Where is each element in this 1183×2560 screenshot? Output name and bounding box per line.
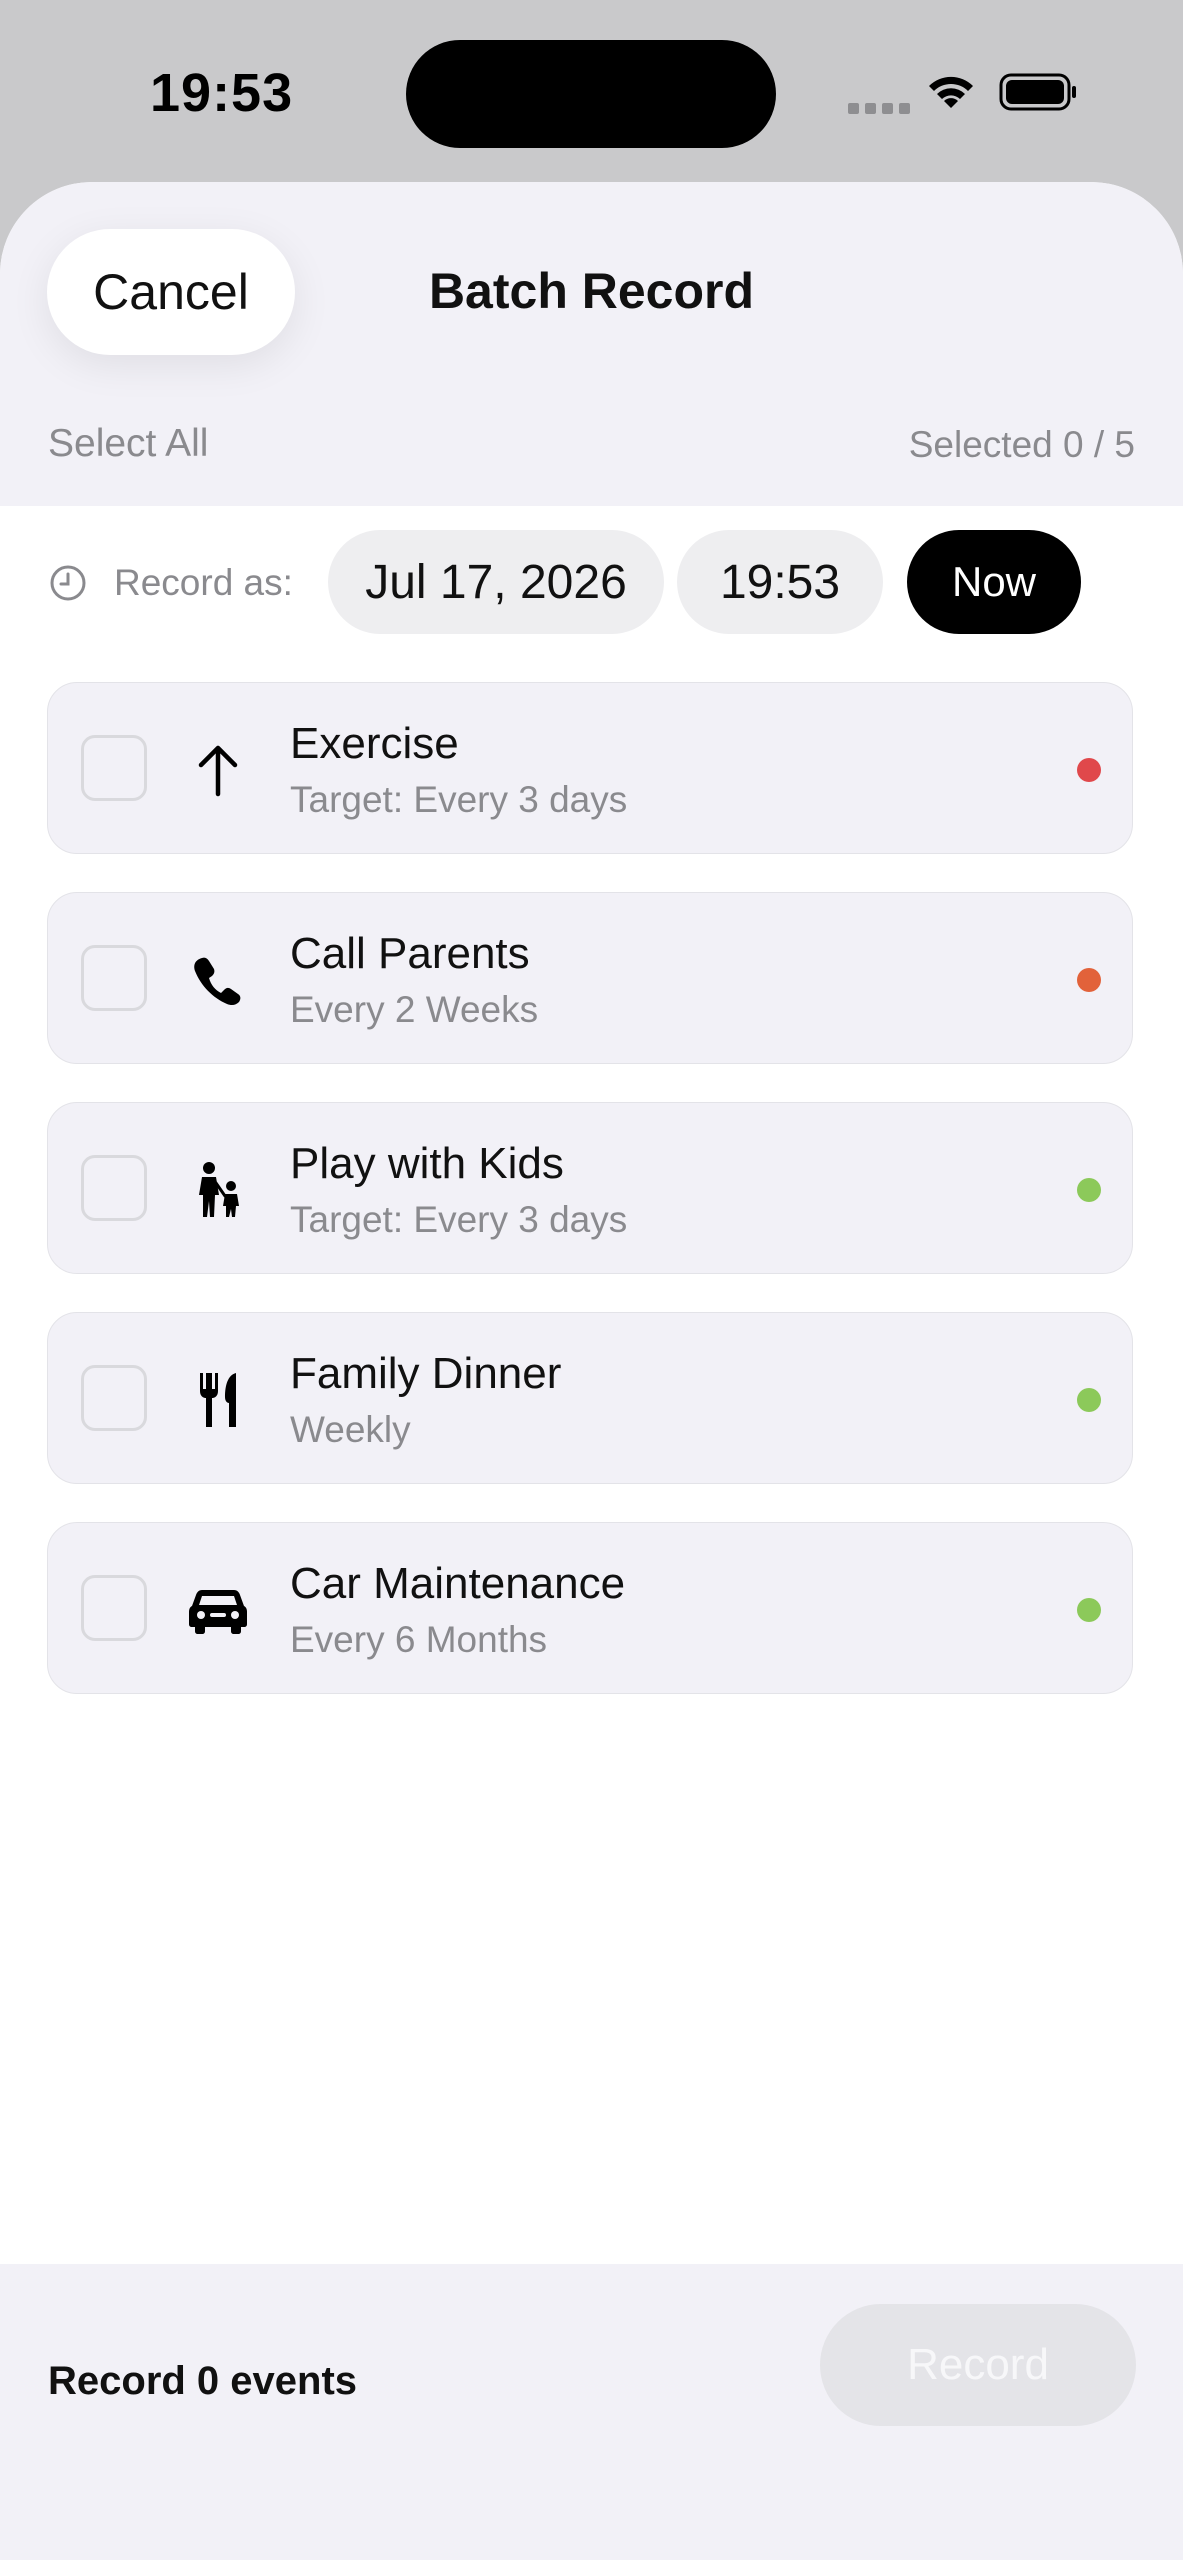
batch-record-sheet: Cancel Batch Record Select All Selected … [0,182,1183,2560]
status-dot [1077,758,1101,782]
item-title: Exercise [290,719,459,768]
list-item-call-parents[interactable]: Call Parents Every 2 Weeks [47,892,1133,1064]
item-subtitle: Target: Every 3 days [290,1199,628,1240]
item-title: Play with Kids [290,1139,564,1188]
selected-count: Selected 0 / 5 [908,424,1135,465]
list-item-family-dinner[interactable]: Family Dinner Weekly [47,1312,1133,1484]
wifi-icon [929,76,973,108]
page-title: Batch Record [428,263,755,319]
date-picker[interactable]: Jul 17, 2026 [328,530,664,634]
now-button[interactable]: Now [907,530,1081,634]
time-picker[interactable]: 19:53 [677,530,883,634]
record-button[interactable]: Record [820,2304,1136,2426]
record-as-row: Record as: Jul 17, 2026 19:53 Now [0,530,1183,634]
fork-knife-icon [183,1365,253,1435]
status-dot [1077,1178,1101,1202]
battery-icon [999,73,1076,111]
checkbox[interactable] [81,1575,147,1641]
list-item-exercise[interactable]: Exercise Target: Every 3 days [47,682,1133,854]
record-summary: Record 0 events [48,2359,358,2403]
clock-icon [50,565,86,601]
sheet-header: Cancel Batch Record Select All Selected … [0,182,1183,506]
phone-icon [183,945,253,1015]
status-time: 19:53 [150,63,294,123]
item-subtitle: Weekly [290,1409,411,1450]
status-dot [1077,1388,1101,1412]
car-icon [183,1575,253,1645]
arrow-up-icon [183,735,253,805]
list-item-play-with-kids[interactable]: Play with Kids Target: Every 3 days [47,1102,1133,1274]
footer-bar: Record 0 events Record [0,2264,1183,2560]
status-dot [1077,968,1101,992]
list-item-car-maintenance[interactable]: Car Maintenance Every 6 Months [47,1522,1133,1694]
parent-child-icon [183,1155,253,1225]
select-all-button[interactable]: Select All [48,422,208,466]
checkbox[interactable] [81,1155,147,1221]
checkbox[interactable] [81,735,147,801]
status-dot [1077,1598,1101,1622]
checkbox[interactable] [81,945,147,1011]
record-as-label: Record as: [114,562,293,603]
checkbox[interactable] [81,1365,147,1431]
item-title: Family Dinner [290,1349,562,1398]
item-title: Car Maintenance [290,1559,626,1608]
status-bar: 19:53 [0,0,1183,180]
item-subtitle: Target: Every 3 days [290,779,628,820]
dynamic-island [406,40,776,148]
cellular-signal-icon [848,103,910,114]
item-subtitle: Every 6 Months [290,1619,548,1660]
item-title: Call Parents [290,929,530,978]
item-subtitle: Every 2 Weeks [290,989,539,1030]
